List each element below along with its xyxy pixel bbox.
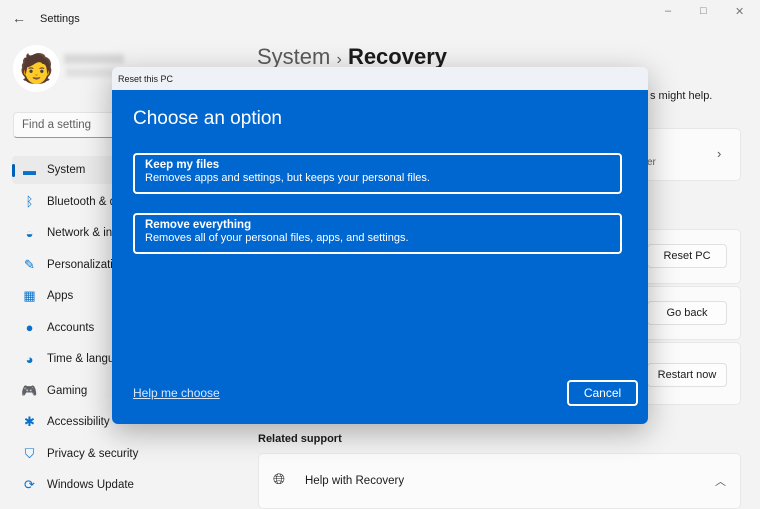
sidebar-item-windows-update[interactable]: ⟳ Windows Update bbox=[12, 471, 242, 499]
option-desc: Removes all of your personal files, apps… bbox=[145, 232, 409, 244]
option-title: Remove everything bbox=[145, 219, 252, 231]
option-title: Keep my files bbox=[145, 159, 220, 171]
option-desc: Removes apps and settings, but keeps you… bbox=[145, 172, 430, 184]
back-arrow-icon[interactable]: ← bbox=[12, 10, 26, 26]
update-icon: ⟳ bbox=[24, 477, 35, 492]
page-subtitle: s might help. bbox=[650, 90, 713, 102]
breadcrumb-system[interactable]: System bbox=[257, 44, 330, 69]
related-support-heading: Related support bbox=[258, 433, 342, 445]
sidebar-item-label: Apps bbox=[47, 290, 74, 302]
chevron-up-icon[interactable]: ︿ bbox=[715, 473, 726, 489]
selection-indicator bbox=[12, 164, 15, 177]
minimize-button[interactable]: – bbox=[665, 5, 671, 17]
keep-my-files-option[interactable]: Keep my files Removes apps and settings,… bbox=[133, 153, 622, 194]
window-title: Settings bbox=[40, 13, 80, 25]
close-button[interactable]: ✕ bbox=[735, 5, 744, 18]
wifi-icon: ◒ bbox=[25, 225, 34, 241]
sidebar-item-label: Accessibility bbox=[47, 416, 110, 428]
restart-now-button[interactable]: Restart now bbox=[647, 363, 727, 387]
monitor-icon: ▬ bbox=[23, 162, 36, 178]
globe-icon: 🌐︎ bbox=[273, 471, 286, 488]
gamepad-icon: 🎮 bbox=[21, 382, 38, 398]
sidebar-item-label: Windows Update bbox=[47, 479, 134, 491]
sidebar-item-label: System bbox=[47, 164, 86, 176]
dialog-heading: Choose an option bbox=[133, 108, 282, 129]
sidebar-item-label: Accounts bbox=[47, 321, 95, 334]
brush-icon: ✎ bbox=[24, 256, 35, 272]
help-with-recovery-item[interactable]: 🌐︎ Help with Recovery ︿ bbox=[258, 453, 741, 509]
reset-this-pc-dialog: Reset this PC Choose an option Keep my f… bbox=[112, 67, 648, 424]
bluetooth-icon: ᛒ bbox=[25, 194, 34, 209]
go-back-button[interactable]: Go back bbox=[647, 301, 727, 325]
sidebar-item-label: Gaming bbox=[47, 384, 88, 397]
accessibility-icon: ✱ bbox=[24, 414, 35, 429]
sidebar-item-label: Privacy & security bbox=[47, 447, 139, 460]
sidebar-item-privacy-security[interactable]: ⛉ Privacy & security bbox=[12, 440, 242, 468]
cancel-button[interactable]: Cancel bbox=[567, 380, 638, 406]
shield-icon: ⛉ bbox=[24, 445, 35, 461]
dialog-title: Reset this PC bbox=[112, 67, 648, 90]
remove-everything-option[interactable]: Remove everything Removes all of your pe… bbox=[133, 213, 622, 254]
person-icon: ● bbox=[25, 320, 34, 335]
help-item-label: Help with Recovery bbox=[305, 475, 405, 487]
chevron-right-icon: › bbox=[717, 146, 722, 161]
user-name-redacted bbox=[64, 54, 124, 64]
help-me-choose-link[interactable]: Help me choose bbox=[133, 386, 220, 400]
globe-clock-icon: ◕ bbox=[25, 351, 34, 367]
maximize-button[interactable]: □ bbox=[700, 5, 707, 17]
reset-pc-button[interactable]: Reset PC bbox=[647, 244, 727, 268]
breadcrumb-separator: › bbox=[336, 51, 342, 68]
card-desc: er bbox=[647, 157, 656, 168]
breadcrumb-current: Recovery bbox=[347, 44, 448, 69]
user-email-redacted bbox=[66, 68, 116, 77]
apps-icon: ▦ bbox=[23, 288, 36, 303]
avatar[interactable]: 🧑 bbox=[13, 45, 60, 92]
